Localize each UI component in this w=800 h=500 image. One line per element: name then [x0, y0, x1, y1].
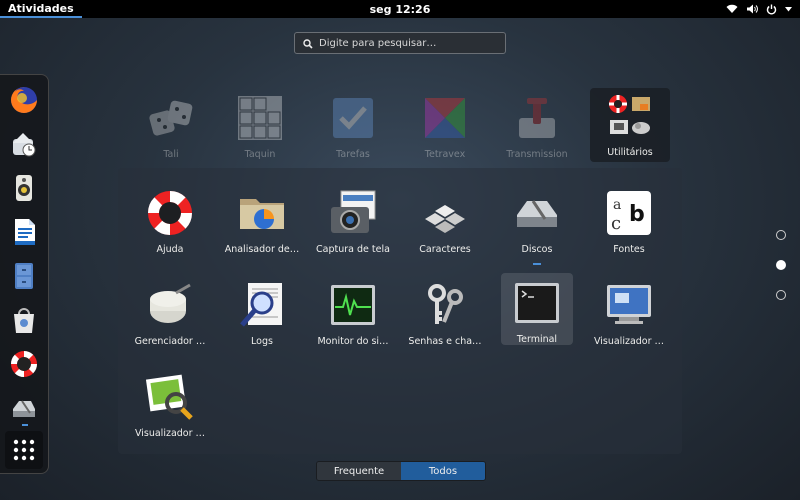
disks-icon: [513, 189, 561, 237]
app-label: Gerenciador …: [134, 336, 206, 347]
disk-usage-icon: [238, 189, 286, 237]
app-label: Captura de tela: [316, 244, 390, 255]
transmission-icon: [513, 94, 561, 142]
dash: [0, 74, 49, 474]
system-tray[interactable]: [726, 0, 792, 18]
wifi-icon[interactable]: [726, 4, 738, 14]
app-label: Monitor do si…: [317, 336, 389, 347]
app-label: Tarefas: [336, 149, 370, 160]
app-transmission[interactable]: Transmission: [497, 90, 577, 168]
lifebuoy-icon: [146, 189, 194, 237]
app-tarefas[interactable]: Tarefas: [313, 90, 393, 168]
all-tab[interactable]: Todos: [401, 462, 485, 480]
remote-viewer-icon: [605, 281, 653, 329]
app-visualizador-1[interactable]: Visualizador …: [589, 277, 669, 355]
volume-icon[interactable]: [746, 4, 758, 14]
search-box[interactable]: [294, 32, 506, 54]
app-label: Logs: [251, 336, 273, 347]
app-label: Transmission: [506, 149, 568, 160]
app-label: Senhas e cha…: [408, 336, 482, 347]
svg-text:b: b: [629, 202, 645, 227]
app-label: Ajuda: [156, 244, 184, 255]
camera-icon: [329, 189, 377, 237]
show-applications-icon: [13, 439, 35, 461]
app-label: Tali: [163, 149, 179, 160]
app-senhas-e-chaves[interactable]: Senhas e cha…: [405, 277, 485, 355]
search-input[interactable]: [319, 37, 499, 49]
keyboard-keys-icon: [421, 189, 469, 237]
svg-text:c: c: [611, 213, 621, 234]
app-tali[interactable]: Tali: [131, 90, 211, 168]
dice-icon: [147, 94, 195, 142]
app-fontes[interactable]: acb Fontes: [589, 185, 669, 263]
svg-text:a: a: [613, 197, 621, 213]
clock-label[interactable]: seg 12:26: [370, 3, 431, 16]
folder-utilitarios[interactable]: Utilitários: [590, 88, 670, 162]
tetravex-icon: [421, 94, 469, 142]
app-label: Visualizador …: [593, 336, 665, 347]
app-label: Visualizador …: [134, 428, 206, 439]
search-icon: [303, 34, 313, 53]
clock: seg 12:26: [0, 3, 800, 16]
activities-button[interactable]: Atividades: [0, 0, 82, 18]
speaker-icon[interactable]: [7, 171, 41, 205]
running-indicator: [533, 263, 541, 265]
taquin-icon: [236, 94, 284, 142]
image-viewer-icon: [146, 373, 194, 421]
app-label: Fontes: [613, 244, 645, 255]
page-indicator-2[interactable]: [776, 260, 786, 270]
writer-icon[interactable]: [7, 215, 41, 249]
app-tetravex[interactable]: Tetravex: [405, 90, 485, 168]
folder-icon: [606, 92, 654, 140]
app-analisador[interactable]: Analisador de…: [222, 185, 302, 263]
help-icon[interactable]: [7, 347, 41, 381]
app-monitor-do-sistema[interactable]: Monitor do si…: [313, 277, 393, 355]
app-label: Terminal: [516, 334, 558, 345]
app-discos[interactable]: Discos: [497, 185, 577, 265]
system-monitor-icon: [329, 281, 377, 329]
power-icon[interactable]: [766, 4, 777, 15]
software-icon[interactable]: [7, 303, 41, 337]
logs-icon: [238, 281, 286, 329]
chevron-down-icon[interactable]: [785, 6, 792, 12]
show-applications-button[interactable]: [5, 431, 43, 469]
app-label: Discos: [521, 244, 553, 255]
terminal-icon: [513, 279, 561, 327]
page-indicator-1[interactable]: [776, 230, 786, 240]
frequent-tab[interactable]: Frequente: [317, 462, 401, 480]
app-label: Utilitários: [607, 147, 653, 158]
app-captura-de-tela[interactable]: Captura de tela: [313, 185, 393, 263]
app-label: Caracteres: [419, 244, 471, 255]
fonts-icon: acb: [605, 189, 653, 237]
top-bar: Atividades seg 12:26: [0, 0, 800, 18]
app-label: Analisador de…: [224, 244, 300, 255]
view-switcher: Frequente Todos: [316, 461, 486, 481]
firefox-icon[interactable]: [7, 83, 41, 117]
package-manager-icon: [146, 281, 194, 329]
tasks-icon: [329, 94, 377, 142]
page-indicator-3[interactable]: [776, 290, 786, 300]
app-logs[interactable]: Logs: [222, 277, 302, 355]
app-caracteres[interactable]: Caracteres: [405, 185, 485, 263]
app-label: Tetravex: [424, 149, 466, 160]
app-visualizador-2[interactable]: Visualizador …: [130, 369, 210, 447]
running-indicator: [22, 424, 28, 426]
app-gerenciador[interactable]: Gerenciador …: [130, 277, 210, 355]
disks-icon[interactable]: [7, 391, 41, 425]
app-terminal[interactable]: Terminal: [501, 273, 573, 345]
app-label: Taquin: [244, 149, 276, 160]
app-taquin[interactable]: Taquin: [220, 90, 300, 168]
clock-icon[interactable]: [7, 127, 41, 161]
files-icon[interactable]: [7, 259, 41, 293]
app-ajuda[interactable]: Ajuda: [130, 185, 210, 263]
keys-icon: [421, 281, 469, 329]
